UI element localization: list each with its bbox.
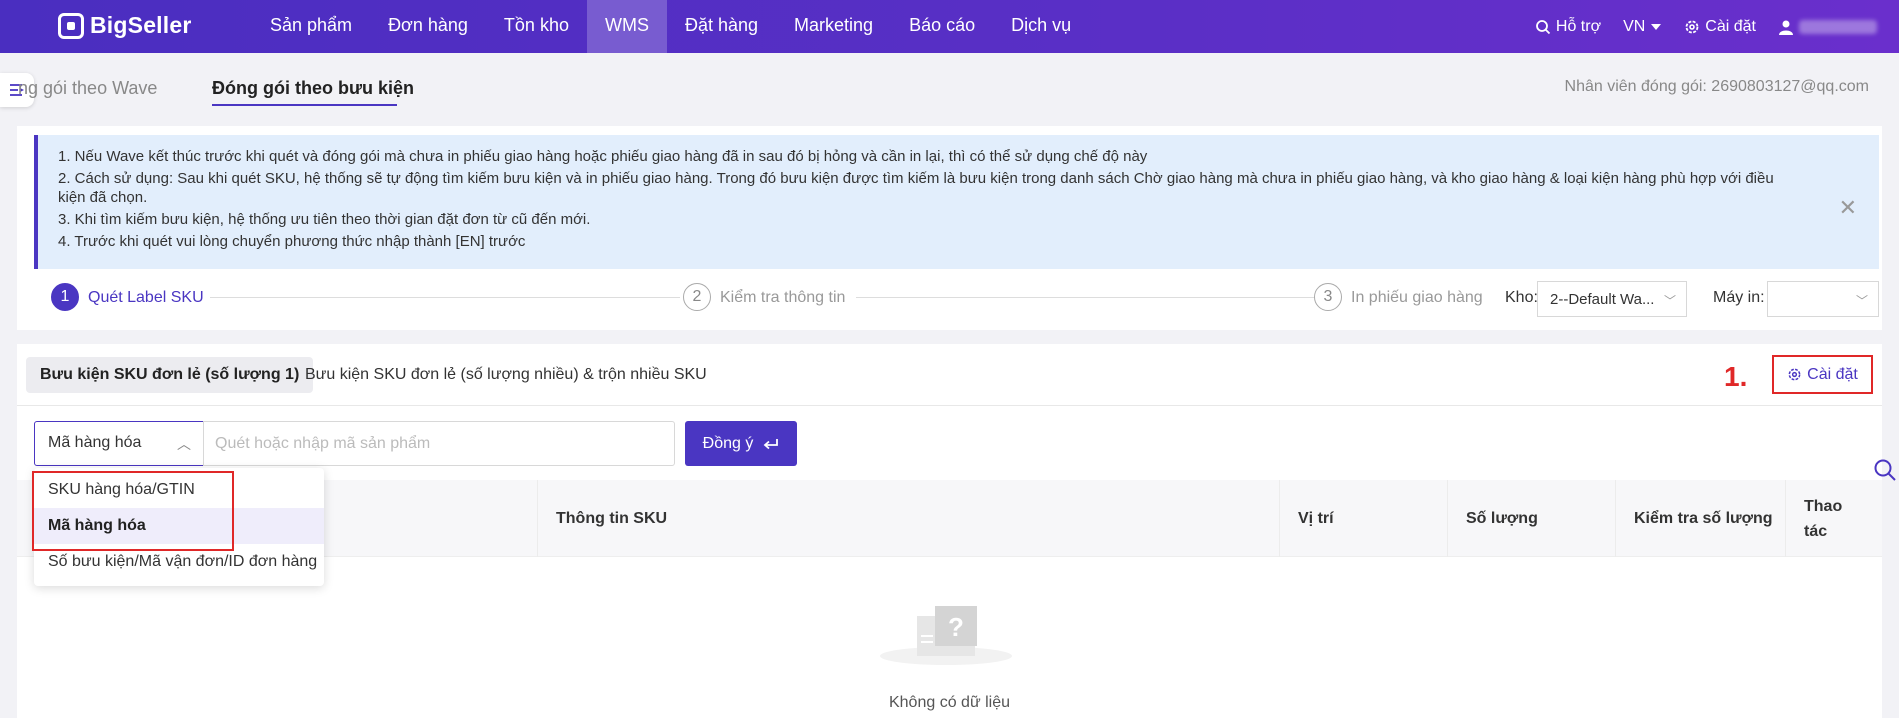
tab-single-sku-multi-qty[interactable]: Bưu kiện SKU đơn lẻ (số lượng nhiều) & t… <box>291 357 721 393</box>
notice-panel: 1. Nếu Wave kết thúc trước khi quét và đ… <box>34 135 1879 269</box>
menu-item-wms[interactable]: WMS <box>586 0 667 53</box>
menu-item-inventory[interactable]: Tồn kho <box>486 0 587 53</box>
brand-name: BigSeller <box>90 12 192 38</box>
step-3-number: 3 <box>1314 283 1342 311</box>
main-menu: Sản phẩm Đơn hàng Tồn kho WMS Đặt hàng M… <box>252 0 1089 53</box>
step-connector <box>210 297 680 298</box>
steps: 1 Quét Label SKU 2 Kiểm tra thông tin 3 … <box>34 281 1884 317</box>
language-label: VN <box>1623 17 1646 35</box>
column-header-location: Vị trí <box>1279 480 1447 557</box>
search-type-select[interactable]: Mã hàng hóa ︿ <box>34 421 204 466</box>
empty-box-icon: ? <box>880 606 1012 665</box>
warehouse-select[interactable]: 2--Default Wa... ﹀ <box>1537 281 1687 317</box>
product-code-input[interactable] <box>203 421 675 466</box>
floating-search-icon[interactable] <box>1873 458 1897 488</box>
caret-down-icon <box>1651 23 1662 30</box>
menu-item-reports[interactable]: Báo cáo <box>891 0 993 53</box>
active-tab-indicator <box>212 104 397 106</box>
tab-pack-by-parcel[interactable]: Đóng gói theo bưu kiện <box>212 78 414 99</box>
notice-line: 2. Cách sử dụng: Sau khi quét SKU, hệ th… <box>58 170 1774 206</box>
support-link[interactable]: Hỗ trợ <box>1535 18 1601 36</box>
warehouse-value: 2--Default Wa... <box>1550 291 1655 308</box>
top-nav: BigSeller Sản phẩm Đơn hàng Tồn kho WMS … <box>0 0 1899 53</box>
step-1-label: Quét Label SKU <box>88 289 204 306</box>
menu-item-orders[interactable]: Đơn hàng <box>370 0 486 53</box>
chevron-down-icon: ﹀ <box>1855 294 1868 308</box>
support-label: Hỗ trợ <box>1555 17 1602 35</box>
column-header-actions: Thao tác <box>1785 480 1875 557</box>
notice-line: 1. Nếu Wave kết thúc trước khi quét và đ… <box>58 148 1148 165</box>
tab-pack-by-wave[interactable]: ng gói theo Wave <box>18 78 157 99</box>
scan-settings-label: Cài đặt <box>1807 365 1858 383</box>
language-select[interactable]: VN <box>1623 18 1662 36</box>
settings-label: Cài đặt <box>1705 17 1756 35</box>
settings-link[interactable]: Cài đặt <box>1684 18 1756 36</box>
step-2-number: 2 <box>683 283 711 311</box>
info-card: 1. Nếu Wave kết thúc trước khi quét và đ… <box>17 126 1882 330</box>
annotation-highlight-box <box>32 471 234 551</box>
search-icon <box>1535 19 1551 34</box>
printer-select[interactable]: ﹀ <box>1767 281 1879 317</box>
menu-item-products[interactable]: Sản phẩm <box>252 0 370 53</box>
close-icon[interactable]: ✕ <box>1839 195 1857 221</box>
step-connector <box>856 297 1321 298</box>
annotation-number: 1. <box>1724 361 1748 392</box>
step-1-number: 1 <box>51 283 79 311</box>
user-icon <box>1779 20 1793 35</box>
gear-icon <box>1788 368 1801 381</box>
nav-right: Hỗ trợ VN Cài đặt <box>1535 0 1899 53</box>
enter-icon <box>763 438 779 449</box>
step-2-label: Kiểm tra thông tin <box>720 289 846 306</box>
user-name-redacted <box>1799 19 1877 34</box>
divider <box>17 405 1882 406</box>
column-header-quantity: Số lượng <box>1447 480 1615 557</box>
chevron-down-icon: ﹀ <box>1663 294 1676 308</box>
step-3-label: In phiếu giao hàng <box>1351 289 1483 306</box>
warehouse-label: Kho: <box>1505 289 1538 306</box>
notice-lines: 1. Nếu Wave kết thúc trước khi quét và đ… <box>58 147 1798 254</box>
menu-item-services[interactable]: Dịch vụ <box>993 0 1089 53</box>
brand-logo[interactable]: BigSeller <box>58 12 192 39</box>
submit-label: Đồng ý <box>702 434 754 452</box>
submit-button[interactable]: Đồng ý <box>685 421 797 466</box>
search-type-value: Mã hàng hóa <box>48 434 142 451</box>
svg-text:?: ? <box>948 612 964 642</box>
printer-label: Máy in: <box>1713 289 1765 306</box>
column-header-check-quantity: Kiểm tra số lượng <box>1615 480 1785 557</box>
menu-item-marketing[interactable]: Marketing <box>776 0 891 53</box>
empty-state-text: Không có dữ liệu <box>888 694 1010 711</box>
scan-settings-button[interactable]: Cài đặt <box>1772 355 1873 394</box>
user-menu[interactable] <box>1778 19 1877 35</box>
column-header-sku-info: Thông tin SKU <box>537 480 1079 557</box>
gear-icon <box>1685 20 1699 33</box>
chevron-up-icon: ︿ <box>177 436 191 452</box>
bigseller-logo-icon <box>58 12 84 39</box>
notice-line: 4. Trước khi quét vui lòng chuyển phương… <box>58 233 526 250</box>
packer-info: Nhân viên đóng gói: 2690803127@qq.com <box>1564 78 1869 95</box>
notice-line: 3. Khi tìm kiếm bưu kiện, hệ thống ưu ti… <box>58 211 591 228</box>
tab-single-sku-qty-1[interactable]: Bưu kiện SKU đơn lẻ (số lượng 1) <box>26 357 314 393</box>
menu-item-purchase[interactable]: Đặt hàng <box>667 0 776 53</box>
